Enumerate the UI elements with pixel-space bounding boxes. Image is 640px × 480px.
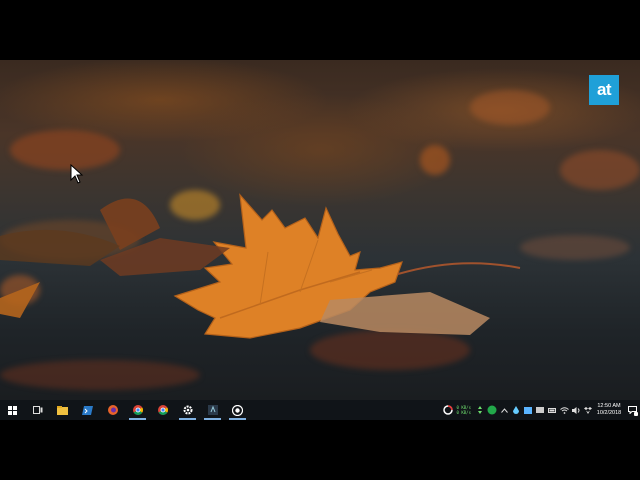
chrome-button[interactable] xyxy=(125,400,150,420)
green-status-icon[interactable] xyxy=(486,400,498,420)
firefox-button[interactable] xyxy=(100,400,125,420)
maple-leaf-image xyxy=(0,193,521,339)
net-speed-meter: 0 KB/s 0 KB/s xyxy=(457,405,471,415)
gear-icon xyxy=(183,405,192,415)
desktop-wallpaper xyxy=(0,60,640,400)
mouse-cursor xyxy=(70,164,84,184)
terminal-icon xyxy=(82,405,93,415)
clock[interactable]: 12:50 AM 10/2/2018 xyxy=(594,403,624,417)
action-center-button[interactable] xyxy=(624,400,640,420)
file-explorer-button[interactable] xyxy=(50,400,75,420)
notification-badge xyxy=(634,412,638,416)
firefox-icon xyxy=(107,405,118,415)
download-speed: 0 KB/s xyxy=(456,410,471,415)
grid-tray-icon[interactable] xyxy=(534,400,546,420)
windows-icon xyxy=(8,405,17,415)
task-view-icon xyxy=(32,406,42,414)
logo-text: at xyxy=(596,80,612,99)
folder-icon xyxy=(57,405,68,415)
battery-icon[interactable] xyxy=(546,400,558,420)
settings-button[interactable] xyxy=(175,400,200,420)
chevron-up-icon[interactable] xyxy=(498,400,510,420)
obs-button[interactable] xyxy=(225,400,250,420)
app-button[interactable] xyxy=(200,400,225,420)
clock-time: 12:50 AM xyxy=(597,403,621,409)
site-logo: at xyxy=(589,75,619,105)
taskbar: 0 KB/s 0 KB/s 12:50 AM 10/2/2018 xyxy=(0,400,640,420)
battery-ring-icon[interactable] xyxy=(442,400,454,420)
wifi-icon[interactable] xyxy=(558,400,570,420)
app-icon xyxy=(207,405,218,415)
arrow-updown-icon xyxy=(474,400,486,420)
dropbox-icon[interactable] xyxy=(582,400,594,420)
drop-icon[interactable] xyxy=(510,400,522,420)
powershell-button[interactable] xyxy=(75,400,100,420)
task-view-button[interactable] xyxy=(25,400,50,420)
system-tray: 0 KB/s 0 KB/s 12:50 AM 10/2/2018 xyxy=(442,400,640,420)
record-icon xyxy=(232,404,243,416)
app-tray-icon[interactable] xyxy=(522,400,534,420)
chrome-icon xyxy=(157,405,168,415)
chrome-canary-button[interactable] xyxy=(150,400,175,420)
volume-icon[interactable] xyxy=(570,400,582,420)
chrome-icon xyxy=(132,405,143,415)
start-button[interactable] xyxy=(0,400,25,420)
video-frame: at 0 KB/s 0 KB/s 12:50 AM 10/2/2018 xyxy=(0,60,640,420)
clock-date: 10/2/2018 xyxy=(596,410,622,416)
